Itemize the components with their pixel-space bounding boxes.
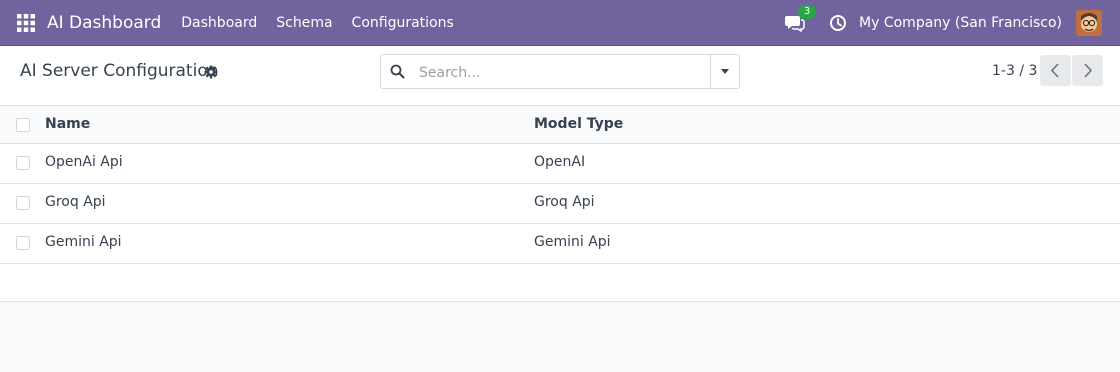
- search-options-toggle[interactable]: [710, 55, 739, 88]
- company-switcher[interactable]: My Company (San Francisco): [859, 15, 1062, 31]
- chat-count-badge: 3: [798, 4, 817, 19]
- list-view: Name Model Type OpenAi Api OpenAI Groq A…: [0, 106, 1120, 302]
- cell-name: OpenAi Api: [45, 154, 123, 170]
- menu-dashboard[interactable]: Dashboard: [181, 15, 257, 31]
- menu-configurations[interactable]: Configurations: [352, 15, 454, 31]
- cell-model-type: Groq Api: [534, 194, 595, 210]
- search-bar: [380, 54, 740, 90]
- menu-schema[interactable]: Schema: [276, 15, 332, 31]
- pager-value[interactable]: 1-3 / 3: [992, 63, 1037, 79]
- user-avatar[interactable]: [1076, 9, 1102, 36]
- cell-model-type: Gemini Api: [534, 234, 611, 250]
- app-title[interactable]: AI Dashboard: [47, 13, 161, 33]
- chevron-left-icon: [1050, 63, 1059, 78]
- table-footer: [0, 264, 1120, 302]
- page-title[interactable]: AI Server Configuration: [20, 61, 219, 81]
- table-header: Name Model Type: [0, 106, 1120, 144]
- select-all-checkbox[interactable]: [16, 118, 30, 132]
- gear-icon[interactable]: [204, 65, 218, 79]
- app-grid-icon[interactable]: [17, 13, 35, 32]
- column-header-name[interactable]: Name: [45, 116, 90, 132]
- column-header-model-type[interactable]: Model Type: [534, 116, 623, 132]
- chevron-right-icon: [1084, 63, 1093, 78]
- row-checkbox[interactable]: [16, 236, 30, 250]
- cell-name: Groq Api: [45, 194, 106, 210]
- cell-name: Gemini Api: [45, 234, 122, 250]
- pager-next-button[interactable]: [1072, 55, 1103, 86]
- row-checkbox[interactable]: [16, 156, 30, 170]
- row-checkbox[interactable]: [16, 196, 30, 210]
- table-row[interactable]: Gemini Api Gemini Api: [0, 224, 1120, 264]
- chevron-down-icon: [721, 69, 729, 74]
- cell-model-type: OpenAI: [534, 154, 586, 170]
- table-row[interactable]: Groq Api Groq Api: [0, 184, 1120, 224]
- search-icon: [390, 64, 405, 79]
- top-navbar: AI Dashboard Dashboard Schema Configurat…: [0, 0, 1120, 46]
- table-row[interactable]: OpenAi Api OpenAI: [0, 144, 1120, 184]
- search-input[interactable]: [417, 55, 711, 90]
- pager-previous-button[interactable]: [1040, 55, 1071, 86]
- control-panel: AI Server Configuration 1-3 / 3: [0, 46, 1120, 106]
- clock-icon[interactable]: [829, 14, 847, 32]
- messaging-menu[interactable]: 3: [785, 4, 817, 32]
